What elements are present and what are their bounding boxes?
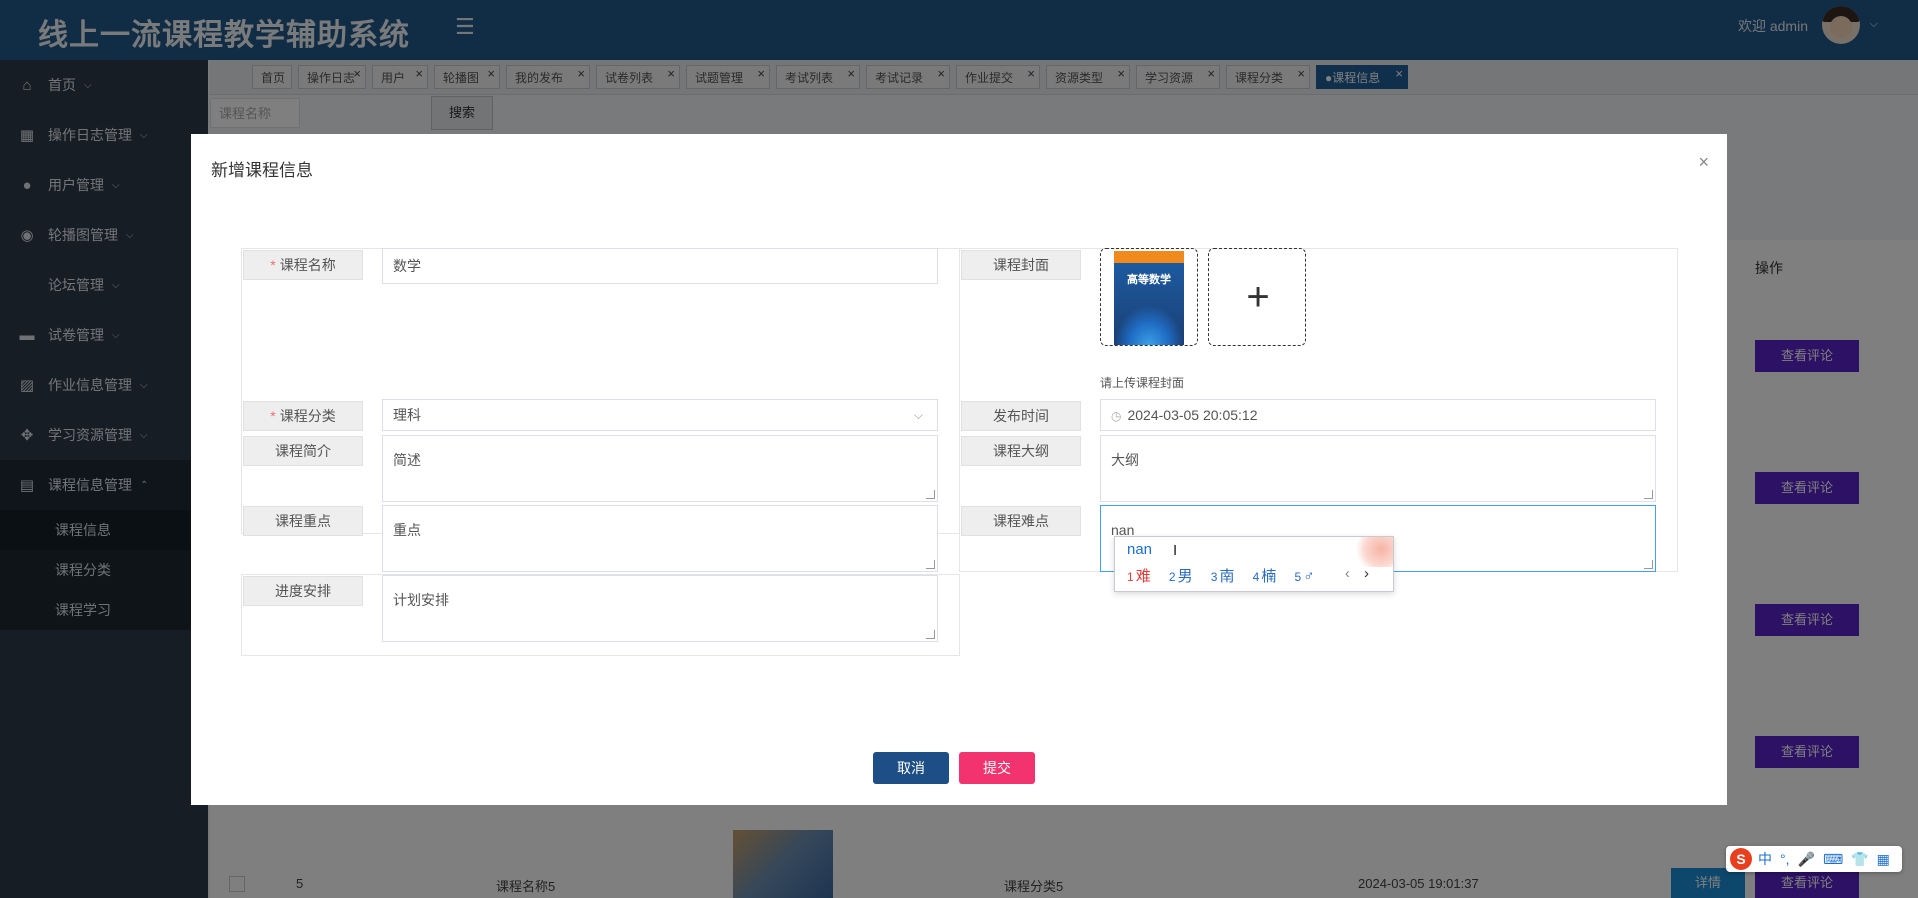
chevron-down-icon: ⌵	[913, 408, 923, 422]
ime-candidate[interactable]: 4楠	[1253, 568, 1277, 585]
cover-book-title: 高等数学	[1127, 274, 1171, 286]
course-outline-textarea[interactable]: 大纲	[1100, 435, 1656, 502]
ime-candidate-number: 4	[1252, 570, 1260, 584]
label-course-intro: 课程简介	[243, 436, 363, 466]
ime-candidate-popup: nan 1难 2男 3南 4楠 5 ♂ ‹ ›	[1114, 536, 1394, 592]
label-course-outline: 课程大纲	[961, 436, 1081, 466]
textarea-value: 简述	[393, 452, 421, 468]
textarea-value: 大纲	[1111, 452, 1139, 468]
publish-time-value: 2024-03-05 20:05:12	[1127, 407, 1258, 423]
ime-candidate-text: 南	[1219, 568, 1235, 585]
toolbox-icon[interactable]: ▦	[1877, 851, 1890, 868]
cover-upload-hint: 请上传课程封面	[1100, 376, 1185, 390]
ime-candidate-text: 楠	[1261, 568, 1277, 585]
ime-candidate-number: 5	[1294, 570, 1302, 584]
ime-candidate[interactable]: 5 ♂	[1295, 568, 1315, 585]
ime-composition: nan	[1127, 541, 1153, 558]
schedule-textarea[interactable]: 计划安排	[382, 575, 938, 642]
keyboard-icon[interactable]: ⌨	[1823, 851, 1843, 868]
label-text: 进度安排	[275, 583, 331, 599]
publish-time-picker[interactable]: ◷ 2024-03-05 20:05:12	[1100, 399, 1656, 431]
skin-icon[interactable]: 👕	[1851, 851, 1868, 868]
sogou-logo-icon[interactable]: S	[1730, 848, 1752, 870]
punctuation-icon[interactable]: °,	[1780, 851, 1790, 867]
label-course-name: * 课程名称	[243, 250, 363, 280]
label-difficulties: 课程难点	[961, 506, 1081, 536]
cover-wave	[1114, 305, 1184, 345]
resize-handle-icon[interactable]	[1644, 490, 1653, 499]
course-intro-textarea[interactable]: 简述	[382, 435, 938, 502]
textarea-value: 重点	[393, 522, 421, 538]
plus-icon: +	[1246, 275, 1270, 319]
label-text: 课程名称	[279, 257, 336, 273]
required-mark: *	[270, 257, 276, 273]
chinese-mode-icon[interactable]: 中	[1758, 849, 1772, 869]
ime-candidate-text: ♂	[1303, 568, 1315, 585]
microphone-icon[interactable]: 🎤	[1798, 851, 1815, 868]
ime-candidate-text: 男	[1177, 568, 1193, 585]
submit-button[interactable]: 提交	[959, 752, 1035, 784]
ime-candidate-number: 3	[1210, 570, 1218, 584]
label-text: 课程重点	[275, 513, 331, 529]
resize-handle-icon[interactable]	[1644, 560, 1653, 569]
cover-band	[1114, 251, 1184, 263]
ime-candidate-number: 2	[1168, 570, 1176, 584]
label-course-cover: 课程封面	[961, 250, 1081, 280]
required-mark: *	[270, 408, 276, 424]
ime-toolbar: S 中 °, 🎤 ⌨ 👕 ▦	[1726, 846, 1902, 872]
ime-candidate[interactable]: 2男	[1169, 568, 1193, 585]
label-text: 课程大纲	[993, 443, 1049, 459]
chevron-left-icon[interactable]: ‹	[1345, 565, 1350, 582]
label-text: 课程简介	[275, 443, 331, 459]
textarea-value: 计划安排	[393, 592, 449, 608]
label-text: 课程封面	[993, 257, 1049, 273]
clock-icon: ◷	[1111, 409, 1122, 423]
close-icon[interactable]: ×	[1698, 152, 1709, 173]
text-cursor-icon: I	[1173, 542, 1178, 559]
ime-candidate-number: 1	[1127, 570, 1134, 584]
upload-cover-button[interactable]: +	[1208, 248, 1306, 346]
label-publish-time: 发布时间	[961, 401, 1081, 431]
label-text: 课程分类	[279, 408, 336, 424]
dialog-title: 新增课程信息	[211, 161, 313, 180]
resize-handle-icon[interactable]	[926, 490, 935, 499]
label-schedule: 进度安排	[243, 576, 363, 606]
ime-logo-icon	[1353, 537, 1393, 567]
label-key-points: 课程重点	[243, 506, 363, 536]
ime-candidates: 1难 2男 3南 4楠 5 ♂	[1127, 565, 1328, 586]
label-text: 课程难点	[993, 513, 1049, 529]
cover-preview[interactable]: 高等数学	[1100, 248, 1198, 346]
add-course-dialog: 新增课程信息 × * 课程名称 数学 课程封面 高等数学 + 请上传课程封面 * 课…	[191, 134, 1727, 805]
label-text: 发布时间	[993, 408, 1049, 424]
course-name-input[interactable]: 数学	[382, 248, 938, 284]
key-points-textarea[interactable]: 重点	[382, 505, 938, 572]
ime-candidate[interactable]: 1难	[1127, 568, 1151, 585]
cancel-button[interactable]: 取消	[873, 752, 949, 784]
resize-handle-icon[interactable]	[926, 630, 935, 639]
chevron-right-icon[interactable]: ›	[1364, 565, 1369, 582]
ime-page-nav: ‹ ›	[1345, 565, 1369, 582]
course-category-select[interactable]: 理科 ⌵	[382, 399, 938, 431]
resize-handle-icon[interactable]	[926, 560, 935, 569]
cover-image: 高等数学	[1114, 251, 1184, 345]
select-value: 理科	[393, 407, 421, 423]
label-course-category: * 课程分类	[243, 401, 363, 431]
ime-candidate-text: 难	[1135, 568, 1151, 585]
ime-candidate[interactable]: 3南	[1211, 568, 1235, 585]
